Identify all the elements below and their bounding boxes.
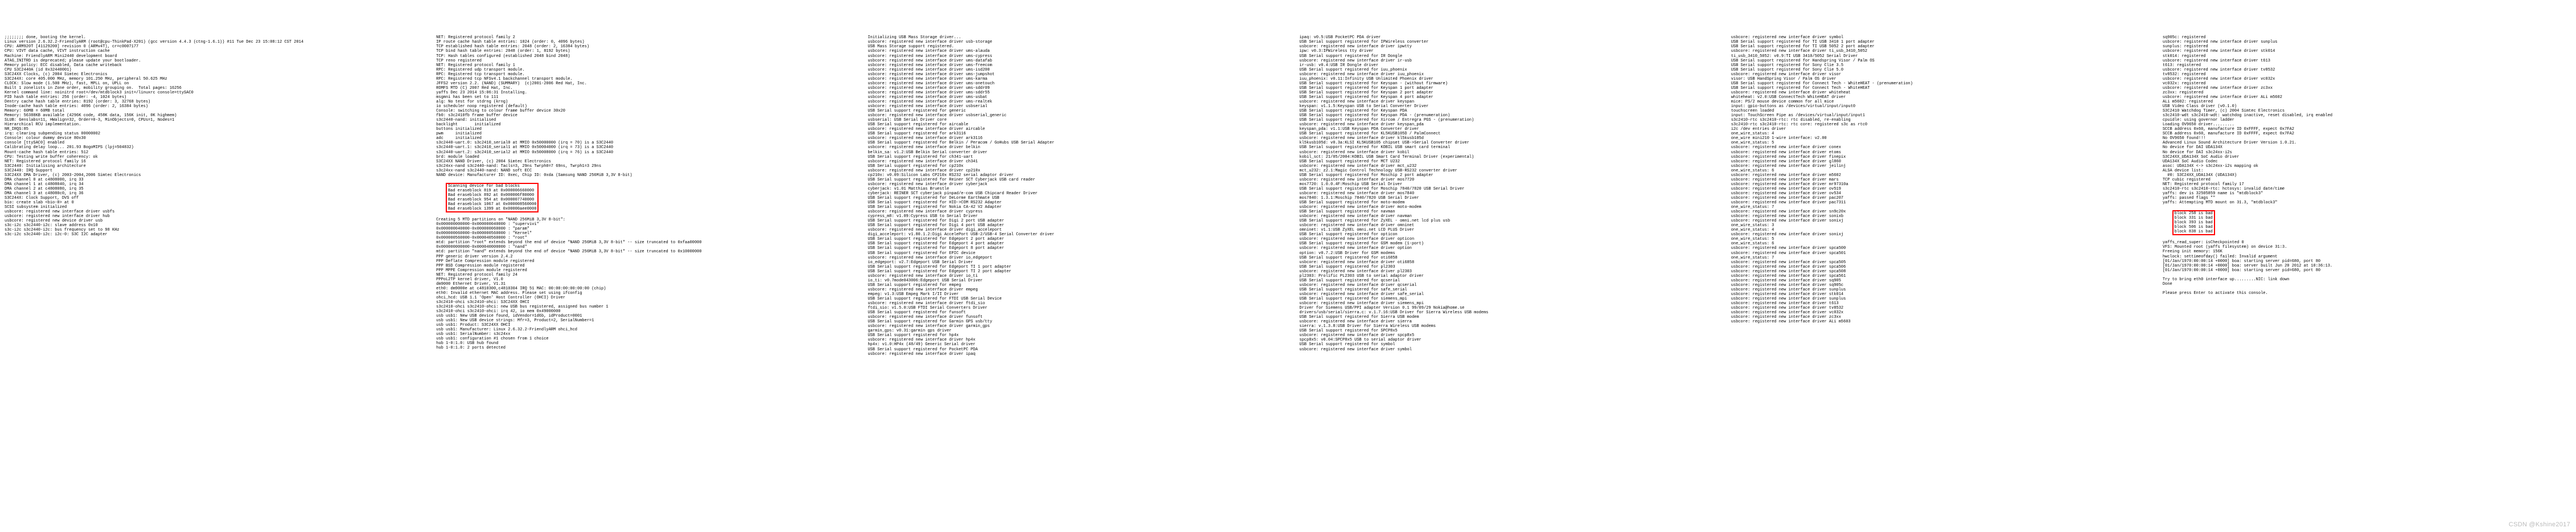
boot-log-text: Creating 5 MTD partitions on "NAND 256Mi… (436, 218, 845, 350)
boot-log-text: ipaq: v0.5:USB PocketPC PDA driver USB S… (1300, 35, 1708, 351)
bad-block-scan-highlight: Scanning device for bad blocks Bad erase… (446, 183, 539, 212)
boot-log-text: Initializing USB Mass Storage driver... … (868, 35, 1276, 356)
kernel-boot-log: ;;;;;;;; done, booting the kernel. Linux… (0, 23, 2576, 369)
log-column-4: ipaq: v0.5:USB PocketPC PDA driver USB S… (1300, 26, 1708, 361)
log-column-6: sq905c: registered usbcore: registered n… (2163, 26, 2571, 305)
bad-block-mount-highlight: block 258 is bad block 331 is bad block … (2172, 210, 2215, 235)
log-column-5: usbcore: registered new interface driver… (1731, 26, 2140, 333)
csdn-watermark: CSDN @Kshine2017 (2509, 521, 2570, 529)
log-column-3: Initializing USB Mass Storage driver... … (868, 26, 1276, 365)
log-column-1: ;;;;;;;; done, booting the kernel. Linux… (5, 26, 413, 246)
boot-log-text: sq905c: registered usbcore: registered n… (2163, 35, 2571, 205)
log-column-2: NET: Registered protocol family 2 IP rou… (436, 26, 845, 359)
boot-log-text: ;;;;;;;; done, booting the kernel. Linux… (5, 35, 413, 237)
boot-log-text: usbcore: registered new interface driver… (1731, 35, 2140, 324)
boot-log-text: NET: Registered protocol family 2 IP rou… (436, 35, 845, 177)
boot-log-text: yaffs_read_super: isCheckpointed 0 VFS: … (2163, 240, 2571, 296)
